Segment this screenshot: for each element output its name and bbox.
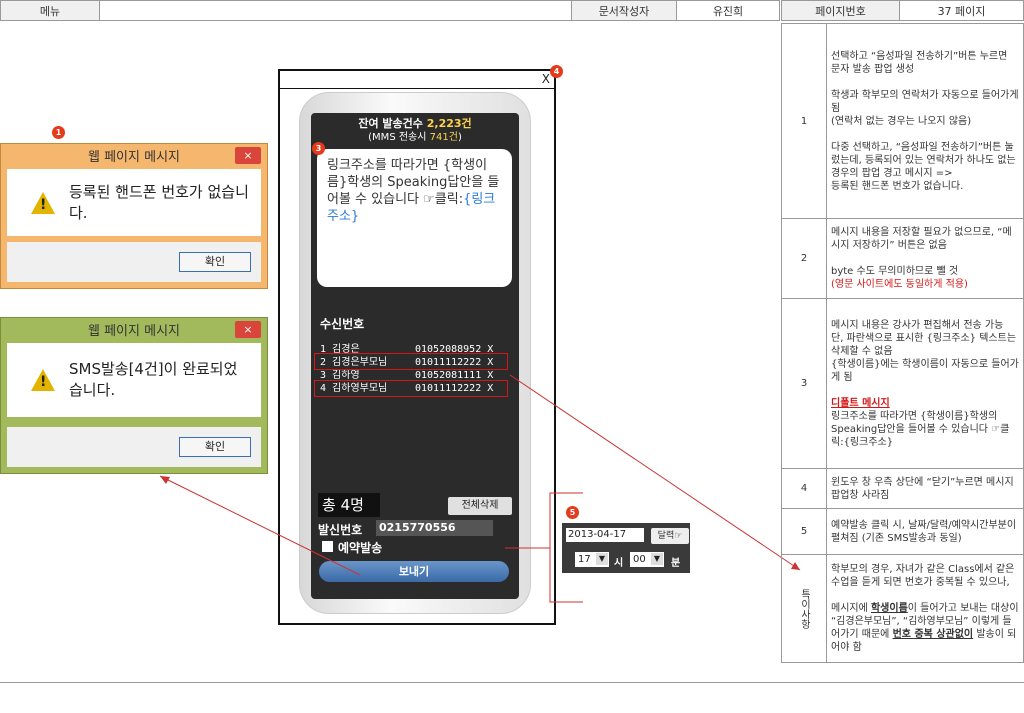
badge-4: 4 [550, 65, 563, 78]
note-number: 3 [781, 298, 827, 469]
note-content: 선택하고 “음성파일 전송하기”버튼 누르면 문자 발송 팝업 생성 학생과 학… [826, 23, 1024, 219]
notes-table: 1 선택하고 “음성파일 전송하기”버튼 누르면 문자 발송 팝업 생성 학생과… [781, 23, 1024, 663]
page-bottom-divider [0, 682, 1024, 683]
note-number: 2 [781, 218, 827, 299]
badge-3: 3 [312, 142, 325, 155]
note-number: 4 [781, 468, 827, 509]
special-content: 학부모의 경우, 자녀가 같은 Class에서 같은 수업을 듣게 되면 번호가… [826, 554, 1024, 663]
note-content: 윈도우 창 우측 상단에 “닫기”누르면 메시지 팝업창 사라짐 [826, 468, 1024, 509]
special-label: 특이사항 [781, 554, 827, 663]
note-content: 메시지 내용은 강사가 편집해서 전송 가능 단, 파란색으로 표시한 {링크주… [826, 298, 1024, 469]
badge-1: 1 [52, 126, 65, 139]
note-content: 메시지 내용을 저장할 필요가 없으므로, “메시지 저장하기” 버튼은 없음 … [826, 218, 1024, 299]
note-content: 예약발송 클릭 시, 날짜/달력/예약시간부분이 펼쳐짐 (기존 SMS발송과 … [826, 508, 1024, 555]
note-number: 1 [781, 23, 827, 219]
badge-5: 5 [566, 506, 579, 519]
note-number: 5 [781, 508, 827, 555]
